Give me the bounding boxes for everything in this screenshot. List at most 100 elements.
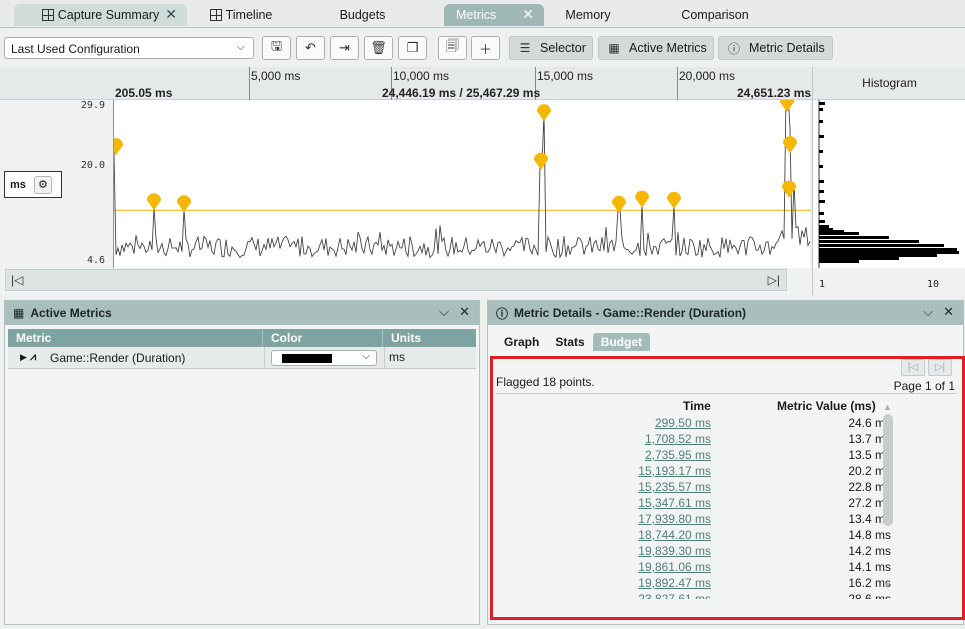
column-header-metric[interactable]: Metric	[8, 329, 263, 347]
metric-details-label: Metric Details	[749, 41, 825, 55]
metric-units: ms	[384, 346, 405, 369]
table-row[interactable]: ▶ ⩘ Game::Render (Duration) ⌵ ms	[8, 346, 476, 369]
table-row: 19,839.30 ms 14.2 ms	[496, 544, 891, 560]
flag-marker[interactable]	[635, 190, 649, 208]
column-header-units[interactable]: Units	[383, 329, 475, 347]
close-icon[interactable]: ✕	[165, 7, 177, 21]
metric-details-button[interactable]: ⓘ Metric Details	[718, 36, 833, 60]
gear-icon[interactable]: ⚙	[33, 175, 52, 194]
table-row: 18,744.20 ms 14.8 ms	[496, 528, 891, 544]
flag-marker[interactable]	[147, 193, 161, 211]
table-row: 23,827.61 ms 28.6 ms	[496, 592, 891, 599]
duplicate-button[interactable]: ❐	[398, 36, 427, 60]
add-button[interactable]: ＋	[471, 36, 500, 60]
histogram-bar	[819, 251, 959, 254]
chevron-down-icon[interactable]: ⌵	[439, 304, 449, 320]
chevron-down-icon: ⌵	[362, 350, 370, 362]
budget-view: |◁ ▷| Flagged 18 points. Page 1 of 1 Tim…	[488, 355, 963, 615]
budget-scrollbar[interactable]: ▲ ▼	[882, 402, 894, 590]
time-link[interactable]: 19,861.06 ms	[638, 560, 711, 574]
tab-graph[interactable]: Graph	[496, 333, 547, 351]
time-link[interactable]: 15,235.57 ms	[638, 480, 711, 494]
delete-button[interactable]: 🗑	[364, 36, 393, 60]
histogram-bar	[819, 225, 829, 228]
prev-page-button[interactable]: |◁	[901, 359, 925, 376]
active-metrics-button[interactable]: ▦ Active Metrics	[598, 36, 714, 60]
y-axis-label: 4.6	[86, 255, 105, 266]
color-select[interactable]: ⌵	[271, 349, 377, 366]
selector-button[interactable]: ☰ Selector	[509, 36, 593, 60]
tab-budgets[interactable]: Budgets	[310, 4, 415, 26]
active-metrics-title: Active Metrics	[30, 306, 112, 320]
histogram-bar	[819, 165, 823, 168]
tab-budget[interactable]: Budget	[592, 333, 651, 351]
scroll-end-icon[interactable]: ▷|	[768, 273, 780, 287]
metric-timeline: 5,000 ms 10,000 ms 15,000 ms 20,000 ms 2…	[0, 67, 812, 295]
chevron-down-icon[interactable]: ⌵	[923, 304, 933, 320]
tab-metrics[interactable]: Metrics ✕	[444, 4, 544, 26]
tab-capture-summary[interactable]: Capture Summary ✕	[14, 4, 187, 26]
time-link[interactable]: 1,708.52 ms	[645, 432, 711, 446]
table-row: 15,193.17 ms 20.2 ms	[496, 464, 891, 480]
time-link[interactable]: 23,827.61 ms	[638, 592, 711, 599]
histogram-x-label: 10	[927, 279, 940, 290]
unit-box: ms ⚙	[4, 171, 62, 198]
close-icon[interactable]: ✕	[459, 304, 470, 320]
time-link[interactable]: 15,347.61 ms	[638, 496, 711, 510]
chevron-down-icon: ⌵	[236, 41, 245, 53]
time-link[interactable]: 19,892.47 ms	[638, 576, 711, 590]
flag-marker[interactable]	[537, 104, 551, 122]
save-button[interactable]: 🖫	[262, 36, 291, 60]
column-header-time[interactable]: Time	[683, 399, 711, 413]
histogram-bar	[819, 230, 844, 233]
histogram-title: Histogram	[813, 67, 965, 100]
metric-trace	[113, 92, 811, 259]
next-page-button[interactable]: ▷|	[928, 359, 952, 376]
tab-label: Timeline	[225, 8, 273, 22]
histogram-bar	[819, 180, 824, 183]
close-icon[interactable]: ✕	[522, 7, 534, 21]
scroll-thumb[interactable]	[883, 414, 893, 526]
tab-comparison[interactable]: Comparison	[660, 4, 770, 26]
ruler-start-time: 205.05 ms	[115, 86, 173, 100]
expand-arrow-icon[interactable]: ▶	[8, 352, 30, 363]
tab-memory[interactable]: Memory	[548, 4, 628, 26]
flag-marker[interactable]	[177, 195, 191, 213]
column-header-value[interactable]: Metric Value (ms)	[777, 399, 876, 413]
timeline-scrollbar[interactable]: |◁ ▷|	[5, 269, 787, 291]
waveform-icon: ⩘	[30, 351, 37, 363]
undo-icon: ↶	[305, 40, 316, 55]
time-ruler[interactable]: 5,000 ms 10,000 ms 15,000 ms 20,000 ms 2…	[0, 67, 812, 100]
undo-button[interactable]: ↶	[296, 36, 325, 60]
time-link[interactable]: 2,735.95 ms	[645, 448, 711, 462]
scroll-down-icon[interactable]: ▼	[883, 580, 892, 590]
metric-plot[interactable]	[109, 92, 811, 268]
flag-marker[interactable]	[780, 94, 794, 112]
histogram-panel: Histogram 1 10	[812, 67, 965, 295]
time-link[interactable]: 17,939.80 ms	[638, 512, 711, 526]
flagged-count: Flagged 18 points.	[496, 375, 595, 389]
export-button[interactable]: ⇥	[330, 36, 359, 60]
trash-icon: 🗑	[370, 40, 387, 55]
tab-stats[interactable]: Stats	[547, 333, 592, 351]
time-link[interactable]: 299.50 ms	[655, 416, 711, 430]
time-link[interactable]: 19,839.30 ms	[638, 544, 711, 558]
scroll-up-icon[interactable]: ▲	[883, 402, 892, 412]
info-icon: ⓘ	[496, 306, 509, 321]
close-icon[interactable]: ✕	[943, 304, 954, 320]
table-row: 1,708.52 ms 13.7 ms	[496, 432, 891, 448]
flag-marker[interactable]	[534, 152, 548, 170]
scroll-start-icon[interactable]: |◁	[11, 273, 23, 287]
time-link[interactable]: 15,193.17 ms	[638, 464, 711, 478]
flag-marker[interactable]	[109, 138, 123, 156]
save-as-button[interactable]: 🗐	[438, 36, 467, 60]
column-header-color[interactable]: Color	[263, 329, 383, 347]
grid-icon	[209, 9, 222, 21]
time-link[interactable]: 18,744.20 ms	[638, 528, 711, 542]
configuration-select[interactable]: Last Used Configuration ⌵	[4, 37, 254, 59]
flag-marker[interactable]	[667, 191, 681, 209]
tab-label: Comparison	[681, 8, 749, 22]
table-row: 19,892.47 ms 16.2 ms	[496, 576, 891, 592]
list-icon: ☰	[519, 41, 531, 55]
tab-timeline[interactable]: Timeline	[196, 4, 286, 26]
